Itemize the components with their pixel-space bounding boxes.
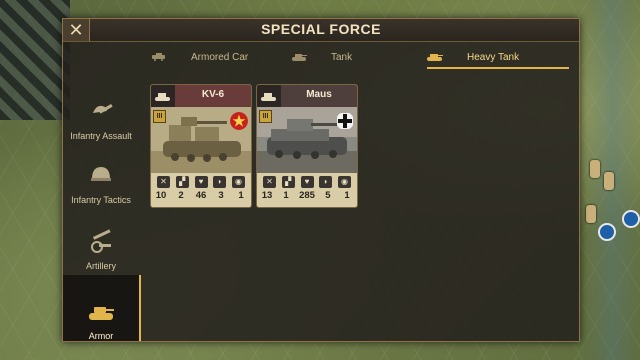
sidebar-label: Artillery bbox=[85, 261, 116, 271]
map-troop-unit[interactable] bbox=[604, 172, 614, 190]
sidebar-label: Infantry Tactics bbox=[71, 195, 131, 205]
stat-values: 10 2 46 3 1 bbox=[155, 190, 247, 202]
infantry-tactics-icon bbox=[91, 167, 111, 181]
stat-icons: ✕ ▞ ♥ ◗ ◉ bbox=[157, 176, 245, 188]
card-type-badge bbox=[257, 85, 281, 107]
tab-tank[interactable]: Tank bbox=[291, 47, 401, 67]
range-value: 1 bbox=[344, 190, 350, 201]
rank-badge: III bbox=[153, 110, 166, 123]
movement-icon: ▞ bbox=[281, 176, 295, 188]
armored-car-icon bbox=[152, 53, 165, 61]
defense-value: 5 bbox=[325, 190, 331, 201]
close-button[interactable]: ✕ bbox=[63, 19, 90, 41]
sidebar-item-armor[interactable]: Armor bbox=[63, 275, 141, 341]
heavy-tank-icon bbox=[427, 54, 443, 61]
infantry-assault-icon bbox=[93, 104, 113, 114]
defense-value: 3 bbox=[218, 190, 224, 201]
health-value: 285 bbox=[299, 190, 315, 201]
close-icon: ✕ bbox=[68, 20, 84, 40]
unit-card-kv6[interactable]: KV-6 III ✕ ▞ ♥ ◗ ◉ 10 2 46 3 1 bbox=[150, 84, 252, 208]
movement-value: 2 bbox=[178, 190, 184, 201]
defense-icon: ◗ bbox=[213, 176, 227, 188]
unit-type-tabs: Armored Car Tank Heavy Tank bbox=[143, 47, 569, 69]
title-bar: SPECIAL FORCE ✕ bbox=[63, 19, 579, 42]
attack-value: 13 bbox=[261, 190, 273, 201]
fog-of-war-area bbox=[0, 0, 70, 120]
stat-icons: ✕ ▞ ♥ ◗ ◉ bbox=[263, 176, 351, 188]
tab-label: Armored Car bbox=[191, 51, 249, 63]
armor-icon bbox=[89, 307, 114, 320]
sidebar-item-artillery[interactable]: Artillery bbox=[63, 209, 139, 271]
defense-icon: ◗ bbox=[319, 176, 333, 188]
attack-icon: ✕ bbox=[263, 176, 276, 188]
heavy-tank-icon bbox=[261, 92, 276, 101]
map-troop-unit[interactable] bbox=[590, 160, 600, 178]
range-icon: ◉ bbox=[338, 176, 351, 188]
tab-heavy-tank[interactable]: Heavy Tank bbox=[427, 47, 569, 69]
health-icon: ♥ bbox=[300, 176, 314, 188]
map-troop-unit[interactable] bbox=[586, 205, 596, 223]
sidebar-label: Infantry Assault bbox=[70, 131, 132, 141]
map-unit-marker[interactable] bbox=[598, 223, 616, 241]
health-value: 46 bbox=[195, 190, 207, 201]
panel-title: SPECIAL FORCE bbox=[261, 21, 381, 37]
range-icon: ◉ bbox=[232, 176, 245, 188]
german-cross-icon bbox=[337, 113, 353, 129]
movement-icon: ▞ bbox=[175, 176, 189, 188]
card-header: Maus bbox=[257, 85, 357, 107]
card-type-badge bbox=[151, 85, 175, 107]
map-unit-marker[interactable] bbox=[622, 210, 640, 228]
artillery-icon bbox=[91, 229, 111, 253]
tank-icon bbox=[292, 54, 307, 61]
health-icon: ♥ bbox=[194, 176, 208, 188]
card-header: KV-6 bbox=[151, 85, 251, 107]
tab-label: Tank bbox=[331, 51, 353, 63]
range-value: 1 bbox=[238, 190, 244, 201]
attack-icon: ✕ bbox=[157, 176, 170, 188]
unit-name: Maus bbox=[306, 89, 332, 100]
unit-card-maus[interactable]: Maus III ✕ ▞ ♥ ◗ ◉ 13 1 285 5 1 bbox=[256, 84, 358, 208]
unit-name: KV-6 bbox=[201, 89, 225, 100]
sidebar-label: Armor bbox=[88, 331, 114, 341]
heavy-tank-icon bbox=[155, 92, 170, 101]
rank-badge: III bbox=[259, 110, 272, 123]
tab-armored-car[interactable]: Armored Car bbox=[151, 47, 261, 67]
stat-values: 13 1 285 5 1 bbox=[261, 190, 353, 202]
sidebar-item-infantry-assault[interactable]: Infantry Assault bbox=[63, 79, 139, 141]
movement-value: 1 bbox=[283, 190, 289, 201]
sidebar-item-infantry-tactics[interactable]: Infantry Tactics bbox=[63, 143, 139, 205]
category-sidebar: Infantry Assault Infantry Tactics Artill… bbox=[63, 77, 141, 341]
special-force-panel: SPECIAL FORCE ✕ Armored Car Tank Heavy T… bbox=[62, 18, 580, 342]
attack-value: 10 bbox=[155, 190, 167, 201]
tab-label: Heavy Tank bbox=[467, 51, 520, 63]
soviet-star-icon bbox=[230, 112, 248, 130]
